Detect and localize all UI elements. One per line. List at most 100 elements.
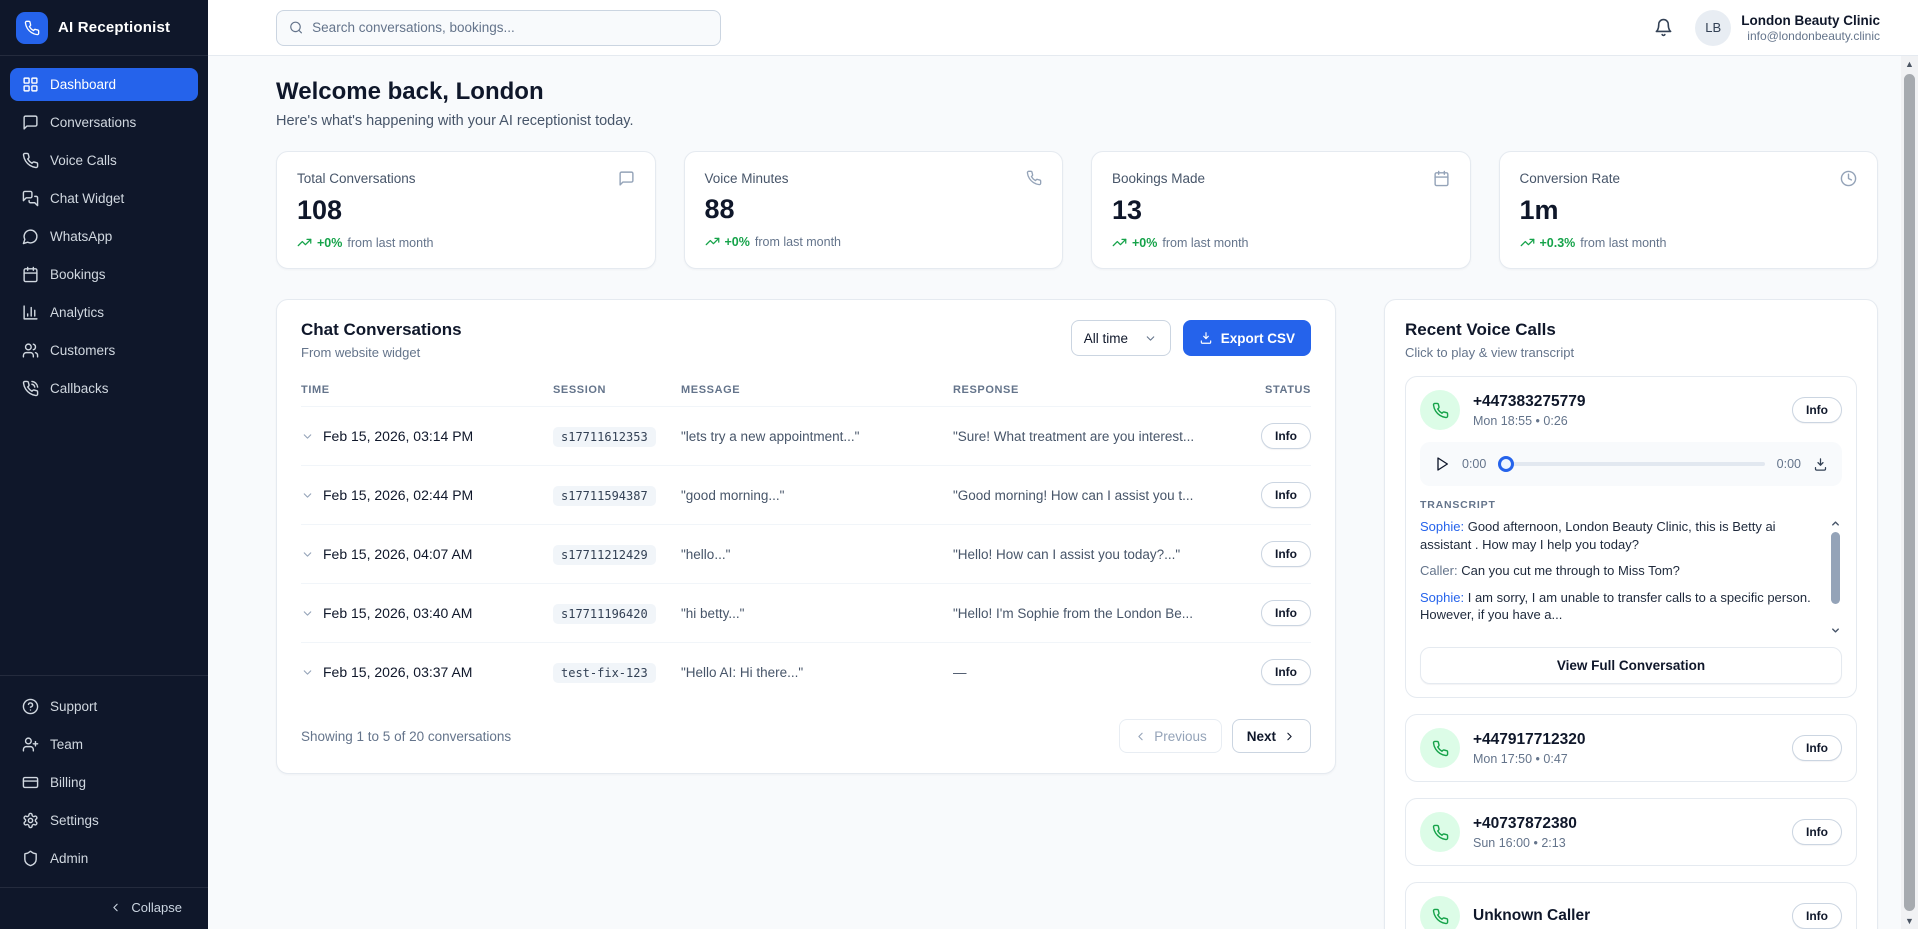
page-scrollbar[interactable]: ▲ ▼ — [1901, 56, 1918, 929]
account-name: London Beauty Clinic — [1741, 13, 1880, 28]
view-full-conversation-button[interactable]: View Full Conversation — [1420, 647, 1842, 684]
search-icon — [289, 20, 303, 35]
scrollbar-thumb[interactable] — [1904, 74, 1915, 911]
trending-up-icon — [1520, 235, 1535, 250]
scrollbar-thumb[interactable] — [1831, 532, 1840, 604]
sidebar: AI Receptionist Dashboard Conversations … — [0, 0, 208, 929]
session-id-badge: s17711196420 — [553, 604, 656, 624]
sidebar-item-settings[interactable]: Settings — [10, 804, 198, 837]
expand-row-chevron-down-icon[interactable] — [301, 489, 314, 502]
slider-thumb[interactable] — [1498, 456, 1514, 472]
table-row[interactable]: Feb 15, 2026, 03:37 AM test-fix-123 "Hel… — [301, 642, 1311, 701]
pagination-summary: Showing 1 to 5 of 20 conversations — [301, 729, 511, 744]
sidebar-item-bookings[interactable]: Bookings — [10, 258, 198, 291]
time-filter-select[interactable]: All time — [1071, 320, 1171, 356]
scroll-up-icon[interactable] — [1830, 518, 1841, 529]
page-subtitle: Here's what's happening with your AI rec… — [276, 113, 1878, 129]
export-csv-button[interactable]: Export CSV — [1183, 320, 1311, 356]
users-icon — [22, 342, 39, 359]
calendar-icon — [22, 266, 39, 283]
chat-widget-icon — [22, 190, 39, 207]
row-info-button[interactable]: Info — [1261, 423, 1311, 449]
table-row[interactable]: Feb 15, 2026, 03:14 PM s17711612353 "let… — [301, 406, 1311, 465]
collapse-sidebar-button[interactable]: Collapse — [0, 887, 208, 929]
app-title: AI Receptionist — [58, 19, 170, 36]
expand-row-chevron-down-icon[interactable] — [301, 607, 314, 620]
sidebar-item-callbacks[interactable]: Callbacks — [10, 372, 198, 405]
voice-call-card: Unknown Caller Info — [1405, 882, 1857, 929]
call-info-button[interactable]: Info — [1792, 903, 1842, 929]
message-square-icon — [618, 170, 635, 187]
sidebar-item-analytics[interactable]: Analytics — [10, 296, 198, 329]
expand-row-chevron-down-icon[interactable] — [301, 666, 314, 679]
search-input[interactable] — [312, 20, 708, 35]
conversations-table: TIME SESSION MESSAGE RESPONSE STATUS Feb… — [301, 378, 1311, 759]
notifications-button[interactable] — [1654, 18, 1673, 37]
app-logo: AI Receptionist — [0, 0, 208, 56]
user-plus-icon — [22, 736, 39, 753]
chat-bubble-icon — [22, 114, 39, 131]
grid-icon — [22, 76, 39, 93]
trending-up-icon — [705, 234, 720, 249]
sidebar-item-whatsapp[interactable]: WhatsApp — [10, 220, 198, 253]
call-info-button[interactable]: Info — [1792, 735, 1842, 761]
download-recording-button[interactable] — [1813, 457, 1828, 472]
sidebar-item-chat-widget[interactable]: Chat Widget — [10, 182, 198, 215]
chevron-right-icon — [1283, 730, 1296, 743]
transcript-heading: TRANSCRIPT — [1420, 499, 1842, 511]
call-number: +40737872380 — [1473, 815, 1577, 833]
call-meta: Mon 18:55 • 0:26 — [1473, 414, 1586, 428]
transcript-line: Sophie: I am sorry, I am unable to trans… — [1420, 589, 1820, 624]
stat-card-bookings-made: Bookings Made 13 +0% from last month — [1091, 151, 1471, 269]
row-info-button[interactable]: Info — [1261, 541, 1311, 567]
stat-value: 1m — [1520, 195, 1858, 226]
stat-change: +0% — [725, 235, 750, 249]
sidebar-item-billing[interactable]: Billing — [10, 766, 198, 799]
voice-call-header[interactable]: Unknown Caller Info — [1420, 896, 1842, 929]
table-row[interactable]: Feb 15, 2026, 03:40 AM s17711196420 "hi … — [301, 583, 1311, 642]
expand-row-chevron-down-icon[interactable] — [301, 430, 314, 443]
stat-value: 13 — [1112, 195, 1450, 226]
chat-panel-subtitle: From website widget — [301, 345, 462, 360]
current-time: 0:00 — [1462, 457, 1486, 471]
sidebar-nav: Dashboard Conversations Voice Calls Chat… — [0, 56, 208, 405]
table-row[interactable]: Feb 15, 2026, 04:07 AM s17711212429 "hel… — [301, 524, 1311, 583]
call-info-button[interactable]: Info — [1792, 819, 1842, 845]
account-menu[interactable]: LB London Beauty Clinic info@londonbeaut… — [1695, 10, 1880, 46]
transcript-scrollbar[interactable] — [1828, 518, 1842, 636]
scroll-down-icon[interactable]: ▼ — [1905, 913, 1914, 929]
voice-call-header[interactable]: +40737872380 Sun 16:00 • 2:13 Info — [1420, 812, 1842, 852]
dashboard-content: Welcome back, London Here's what's happe… — [208, 56, 1918, 929]
stat-card-voice-minutes: Voice Minutes 88 +0% from last month — [684, 151, 1064, 269]
voice-call-header[interactable]: +447383275779 Mon 18:55 • 0:26 Info — [1420, 390, 1842, 430]
session-id-badge: test-fix-123 — [553, 663, 656, 683]
row-info-button[interactable]: Info — [1261, 600, 1311, 626]
expand-row-chevron-down-icon[interactable] — [301, 548, 314, 561]
row-info-button[interactable]: Info — [1261, 659, 1311, 685]
call-info-button[interactable]: Info — [1792, 397, 1842, 423]
seek-slider[interactable] — [1498, 456, 1764, 472]
sidebar-item-admin[interactable]: Admin — [10, 842, 198, 875]
page-title: Welcome back, London — [276, 78, 1878, 106]
session-id-badge: s17711612353 — [553, 427, 656, 447]
phone-icon — [1420, 896, 1460, 929]
voice-call-header[interactable]: +447917712320 Mon 17:50 • 0:47 Info — [1420, 728, 1842, 768]
scroll-down-icon[interactable] — [1830, 625, 1841, 636]
sidebar-item-customers[interactable]: Customers — [10, 334, 198, 367]
sidebar-item-conversations[interactable]: Conversations — [10, 106, 198, 139]
sidebar-item-support[interactable]: Support — [10, 690, 198, 723]
table-row[interactable]: Feb 15, 2026, 02:44 PM s17711594387 "goo… — [301, 465, 1311, 524]
bar-chart-icon — [22, 304, 39, 321]
sidebar-item-voice-calls[interactable]: Voice Calls — [10, 144, 198, 177]
recent-voice-calls-panel: Recent Voice Calls Click to play & view … — [1384, 299, 1878, 929]
chat-conversations-panel: Chat Conversations From website widget A… — [276, 299, 1336, 774]
transcript-box[interactable]: Sophie: Good afternoon, London Beauty Cl… — [1420, 518, 1842, 636]
sidebar-item-team[interactable]: Team — [10, 728, 198, 761]
previous-page-button[interactable]: Previous — [1119, 719, 1222, 753]
next-page-button[interactable]: Next — [1232, 719, 1311, 753]
row-info-button[interactable]: Info — [1261, 482, 1311, 508]
play-button[interactable] — [1434, 456, 1450, 472]
global-search[interactable] — [276, 10, 721, 46]
sidebar-item-dashboard[interactable]: Dashboard — [10, 68, 198, 101]
scroll-up-icon[interactable]: ▲ — [1905, 56, 1914, 72]
